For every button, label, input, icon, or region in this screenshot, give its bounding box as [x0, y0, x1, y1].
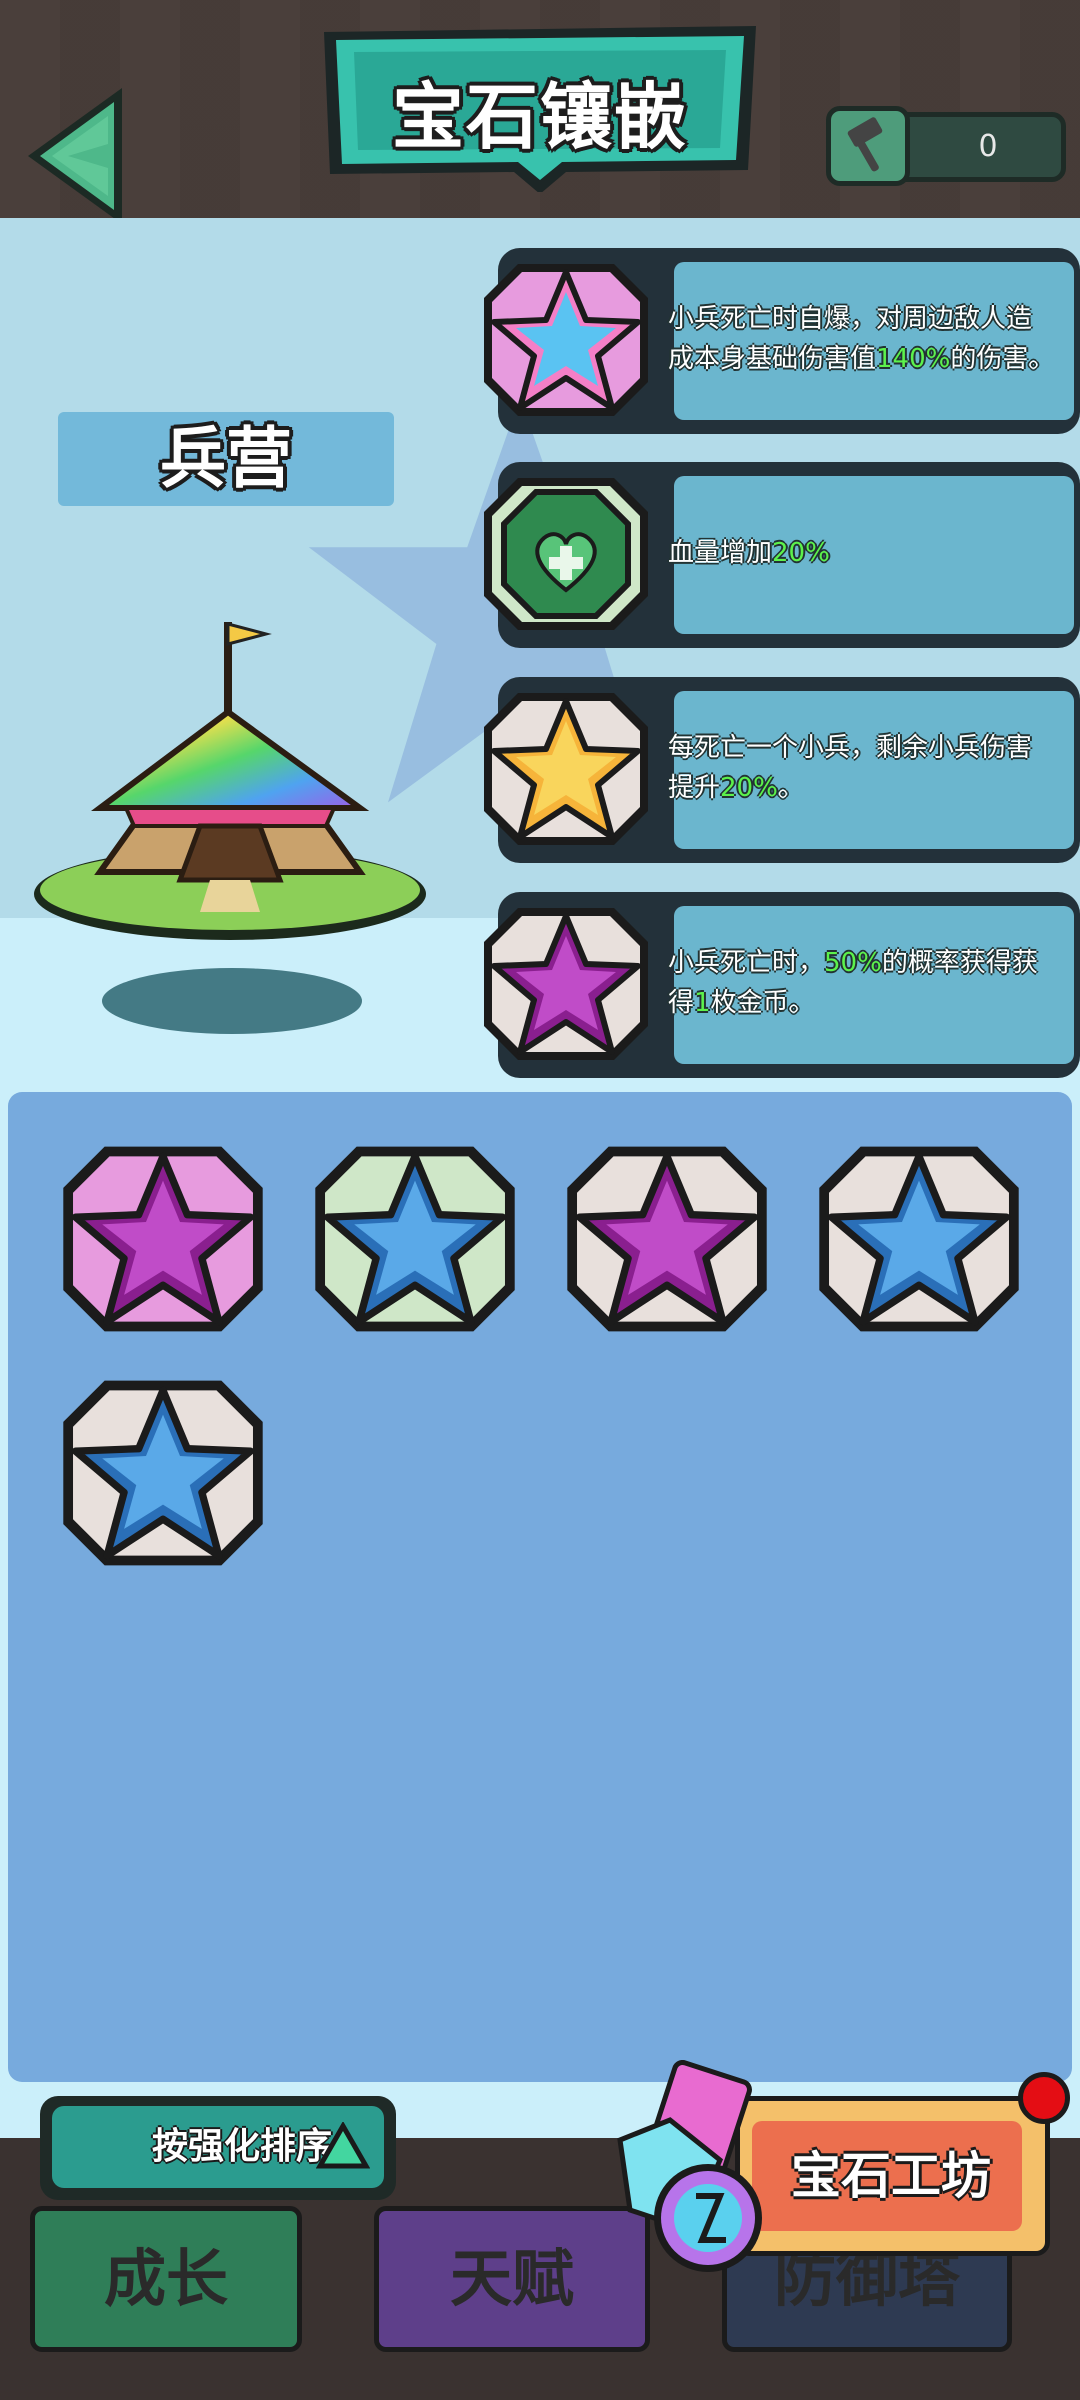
effect-description: 小兵死亡时，50%的概率获得获得1枚金币。: [668, 904, 1056, 1062]
tent-shadow: [102, 968, 362, 1034]
effect-highlight-value: 1: [694, 988, 711, 1018]
effect-highlight-value: 50%: [824, 948, 882, 978]
blue-star-swords-gem-icon[interactable]: [308, 1132, 522, 1346]
effect-text-segment: 血量增加: [668, 538, 773, 568]
gold-star-sword-gem-icon[interactable]: [478, 675, 654, 863]
green-heart-plus-gem-icon[interactable]: [478, 460, 654, 648]
barracks-tent-icon[interactable]: [30, 612, 430, 942]
effect-highlight-value: 20%: [720, 773, 778, 803]
effect-row[interactable]: 小兵死亡时，50%的概率获得获得1枚金币。: [478, 890, 1080, 1078]
notification-dot: [1018, 2072, 1070, 2124]
effect-text-segment: 的伤害。: [950, 344, 1055, 374]
effect-highlight-value: 20%: [772, 538, 830, 568]
effect-row[interactable]: 血量增加20%: [478, 460, 1080, 648]
hammer-icon-frame: [826, 106, 910, 186]
rainbow-star-skull-gem-icon[interactable]: [478, 246, 654, 434]
gem-workshop-icon[interactable]: [600, 2060, 770, 2280]
tab-growth-label[interactable]: 成长: [30, 2206, 302, 2352]
purple-star-recycle-gem-icon[interactable]: [478, 890, 654, 1078]
effect-row[interactable]: 每死亡一个小兵，剩余小兵伤害提升20%。: [478, 675, 1080, 863]
effect-text-segment: 。: [777, 773, 804, 803]
sort-button-label[interactable]: 按强化排序: [52, 2106, 332, 2188]
hammer-icon: [847, 117, 883, 172]
back-arrow-icon[interactable]: [18, 82, 136, 230]
blue-star-swords-gem-icon[interactable]: [812, 1132, 1026, 1346]
effect-description: 每死亡一个小兵，剩余小兵伤害提升20%。: [668, 689, 1056, 847]
effect-text-segment: 小兵死亡时，: [668, 948, 825, 978]
purple-star-recycle-gem-icon[interactable]: [560, 1132, 774, 1346]
blue-star-swords-gem-icon[interactable]: [56, 1366, 270, 1580]
effect-description: 小兵死亡时自爆，对周边敌人造成本身基础伤害值140%的伤害。: [668, 260, 1056, 418]
effect-row[interactable]: 小兵死亡时自爆，对周边敌人造成本身基础伤害值140%的伤害。: [478, 246, 1080, 434]
gem-inventory: [8, 1092, 1072, 2082]
gem-workshop-label[interactable]: 宝石工坊: [760, 2121, 1022, 2231]
effect-text-segment: 枚金币。: [710, 988, 815, 1018]
effect-description: 血量增加20%: [668, 474, 1056, 632]
building-name: 兵营: [160, 420, 292, 497]
purple-star-fang-heart-gem-icon[interactable]: [56, 1132, 270, 1346]
page-title: 宝石镶嵌: [391, 75, 688, 159]
effect-highlight-value: 140%: [876, 344, 951, 374]
triangle-up-icon[interactable]: [316, 2122, 370, 2170]
hammer-count-value: 0: [978, 129, 998, 164]
